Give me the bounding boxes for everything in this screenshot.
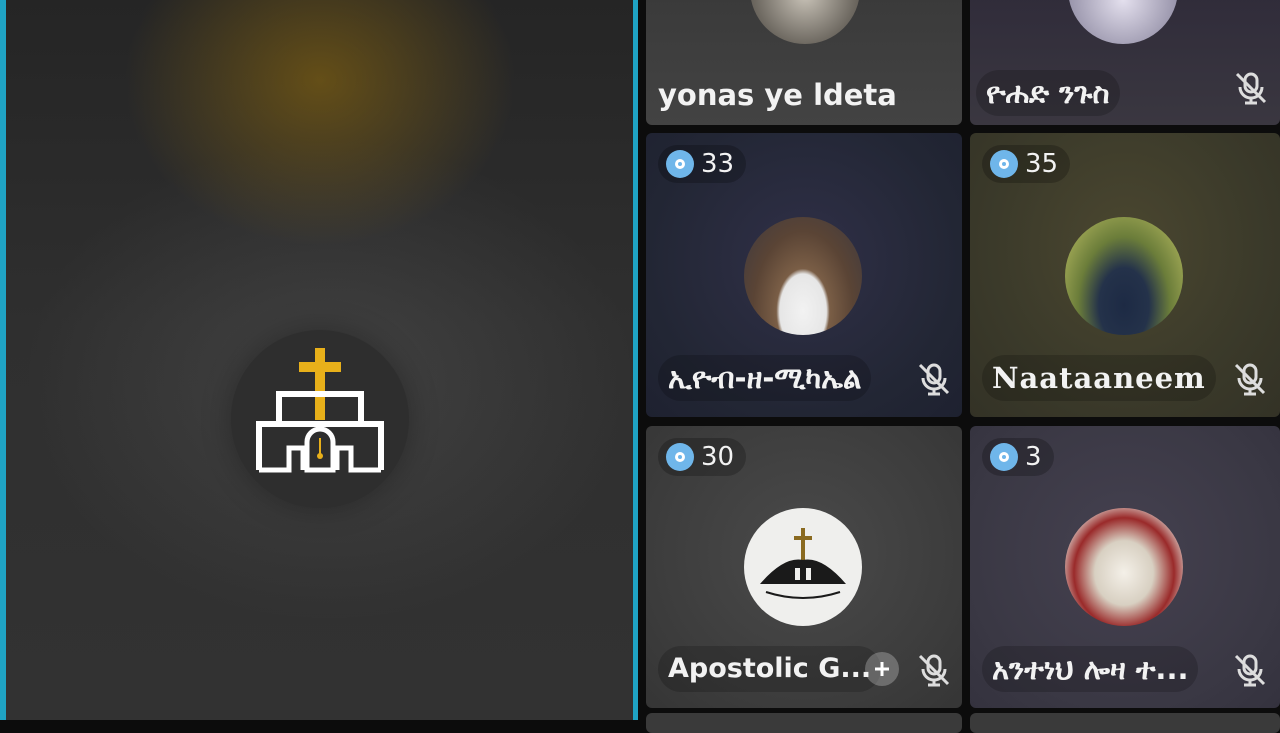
participant-tile[interactable]: 3 አንተነህ ሎዛ ተ... [970, 426, 1280, 708]
badge-icon [990, 443, 1018, 471]
badge-icon [990, 150, 1018, 178]
participant-avatar [744, 508, 862, 626]
host-video-pane[interactable] [0, 0, 638, 720]
participant-name: yonas ye ldeta [658, 78, 897, 112]
participant-name: ኢዮብ-ዘ-ሚካኤል [658, 355, 872, 401]
participant-avatar [750, 0, 860, 44]
reaction-badge: 3 [982, 438, 1054, 476]
badge-count: 35 [1025, 149, 1059, 179]
reaction-badge: 33 [658, 145, 747, 183]
add-button[interactable] [865, 652, 899, 686]
participant-tile[interactable]: ዮሐድ ንጉስ [970, 0, 1280, 125]
participant-name: Naataaneem [982, 355, 1216, 401]
mic-off-icon [1235, 72, 1267, 105]
plus-icon [875, 662, 889, 676]
participant-name: Apostolic G... [658, 646, 882, 692]
participant-tile[interactable]: 35 Naataaneem [970, 133, 1280, 417]
badge-count: 30 [701, 442, 735, 472]
church-cross-logo-icon [256, 348, 384, 473]
host-avatar [231, 330, 409, 508]
mic-off-icon [1234, 363, 1266, 396]
participant-tile[interactable]: yonas ye ldeta [646, 0, 962, 125]
participant-avatar [1065, 217, 1183, 335]
badge-icon [666, 150, 694, 178]
participant-name: አንተነህ ሎዛ ተ... [982, 646, 1199, 692]
participant-tile[interactable] [646, 713, 962, 733]
church-hill-logo-icon [760, 528, 846, 599]
badge-count: 3 [1025, 442, 1042, 472]
participant-avatar [744, 217, 862, 335]
participant-name: ዮሐድ ንጉስ [976, 70, 1120, 116]
reaction-badge: 30 [658, 438, 747, 476]
active-speaker-border [0, 0, 6, 720]
mic-off-icon [1234, 654, 1266, 687]
badge-icon [666, 443, 694, 471]
reaction-badge: 35 [982, 145, 1071, 183]
participant-tile[interactable] [970, 713, 1280, 733]
badge-count: 33 [701, 149, 735, 179]
participant-avatar [1065, 508, 1183, 626]
participant-tile[interactable]: 33 ኢዮብ-ዘ-ሚካኤል [646, 133, 962, 417]
participant-tile[interactable]: 30 Apostolic G... [646, 426, 962, 708]
mic-off-icon [918, 654, 950, 687]
mic-off-icon [918, 363, 950, 396]
active-speaker-border [633, 0, 638, 720]
participant-avatar [1068, 0, 1178, 44]
